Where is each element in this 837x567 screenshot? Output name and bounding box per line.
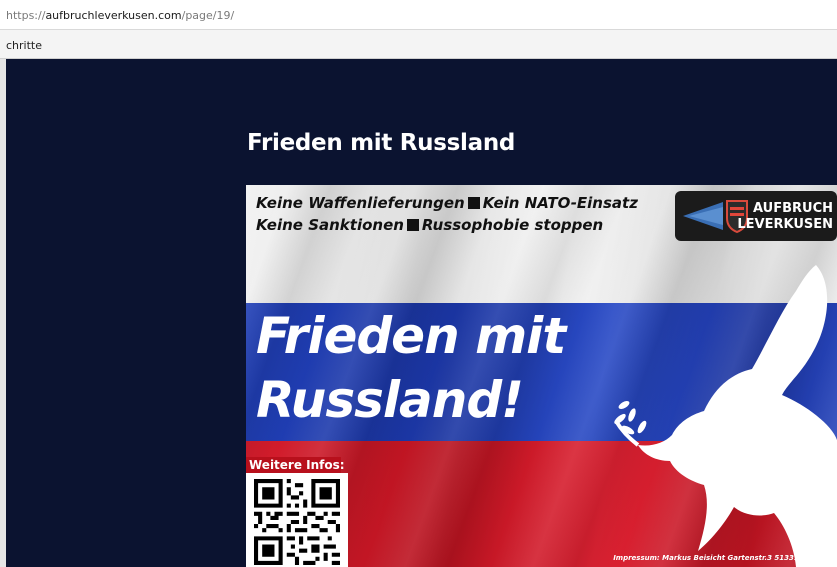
campaign-banner-image: Keine Waffenlieferungen Kein NATO-Einsatz…: [246, 185, 837, 567]
tab-strip: chritte: [0, 30, 837, 59]
headline-line-1: Frieden mit: [256, 307, 566, 365]
slogan-item: Keine Waffenlieferungen: [256, 194, 465, 212]
slogan-item: Russophobie stoppen: [421, 216, 604, 234]
logo-text-line-1: AUFBRUCH: [753, 201, 833, 216]
slogan-item: Keine Sanktionen: [256, 216, 404, 234]
page-viewport[interactable]: Frieden mit Russland Keine Waffenlieferu…: [0, 59, 837, 567]
headline-line-2: Russland!: [256, 371, 524, 429]
viewport-left-edge: [0, 59, 6, 567]
slogan-line-2: Keine Sanktionen Russophobie stoppen: [256, 216, 603, 234]
qr-code-pattern: [254, 479, 340, 565]
logo-text-line-2: LEVERKUSEN: [737, 217, 833, 232]
url-text[interactable]: https://aufbruchleverkusen.com/page/19/: [6, 9, 234, 22]
slogan-item: Kein NATO-Einsatz: [482, 194, 638, 212]
url-scheme: https://: [6, 9, 46, 22]
address-bar[interactable]: https://aufbruchleverkusen.com/page/19/: [0, 0, 837, 30]
square-separator-icon: [467, 197, 480, 209]
page-title: Frieden mit Russland: [247, 130, 516, 156]
slogan-line-1: Keine Waffenlieferungen Kein NATO-Einsatz: [256, 194, 638, 212]
aufbruch-leverkusen-logo: AUFBRUCH LEVERKUSEN: [675, 191, 837, 241]
impressum-text: Impressum: Markus Beisicht Gartenstr.3 5…: [613, 554, 837, 562]
square-separator-icon: [406, 219, 419, 231]
further-info-label: Weitere Infos:: [246, 457, 345, 473]
url-domain: aufbruchleverkusen.com: [45, 9, 182, 22]
tab-title[interactable]: chritte: [6, 39, 42, 52]
dove-icon: [614, 265, 837, 567]
url-path: /page/19/: [181, 9, 235, 22]
qr-code: [246, 473, 348, 567]
